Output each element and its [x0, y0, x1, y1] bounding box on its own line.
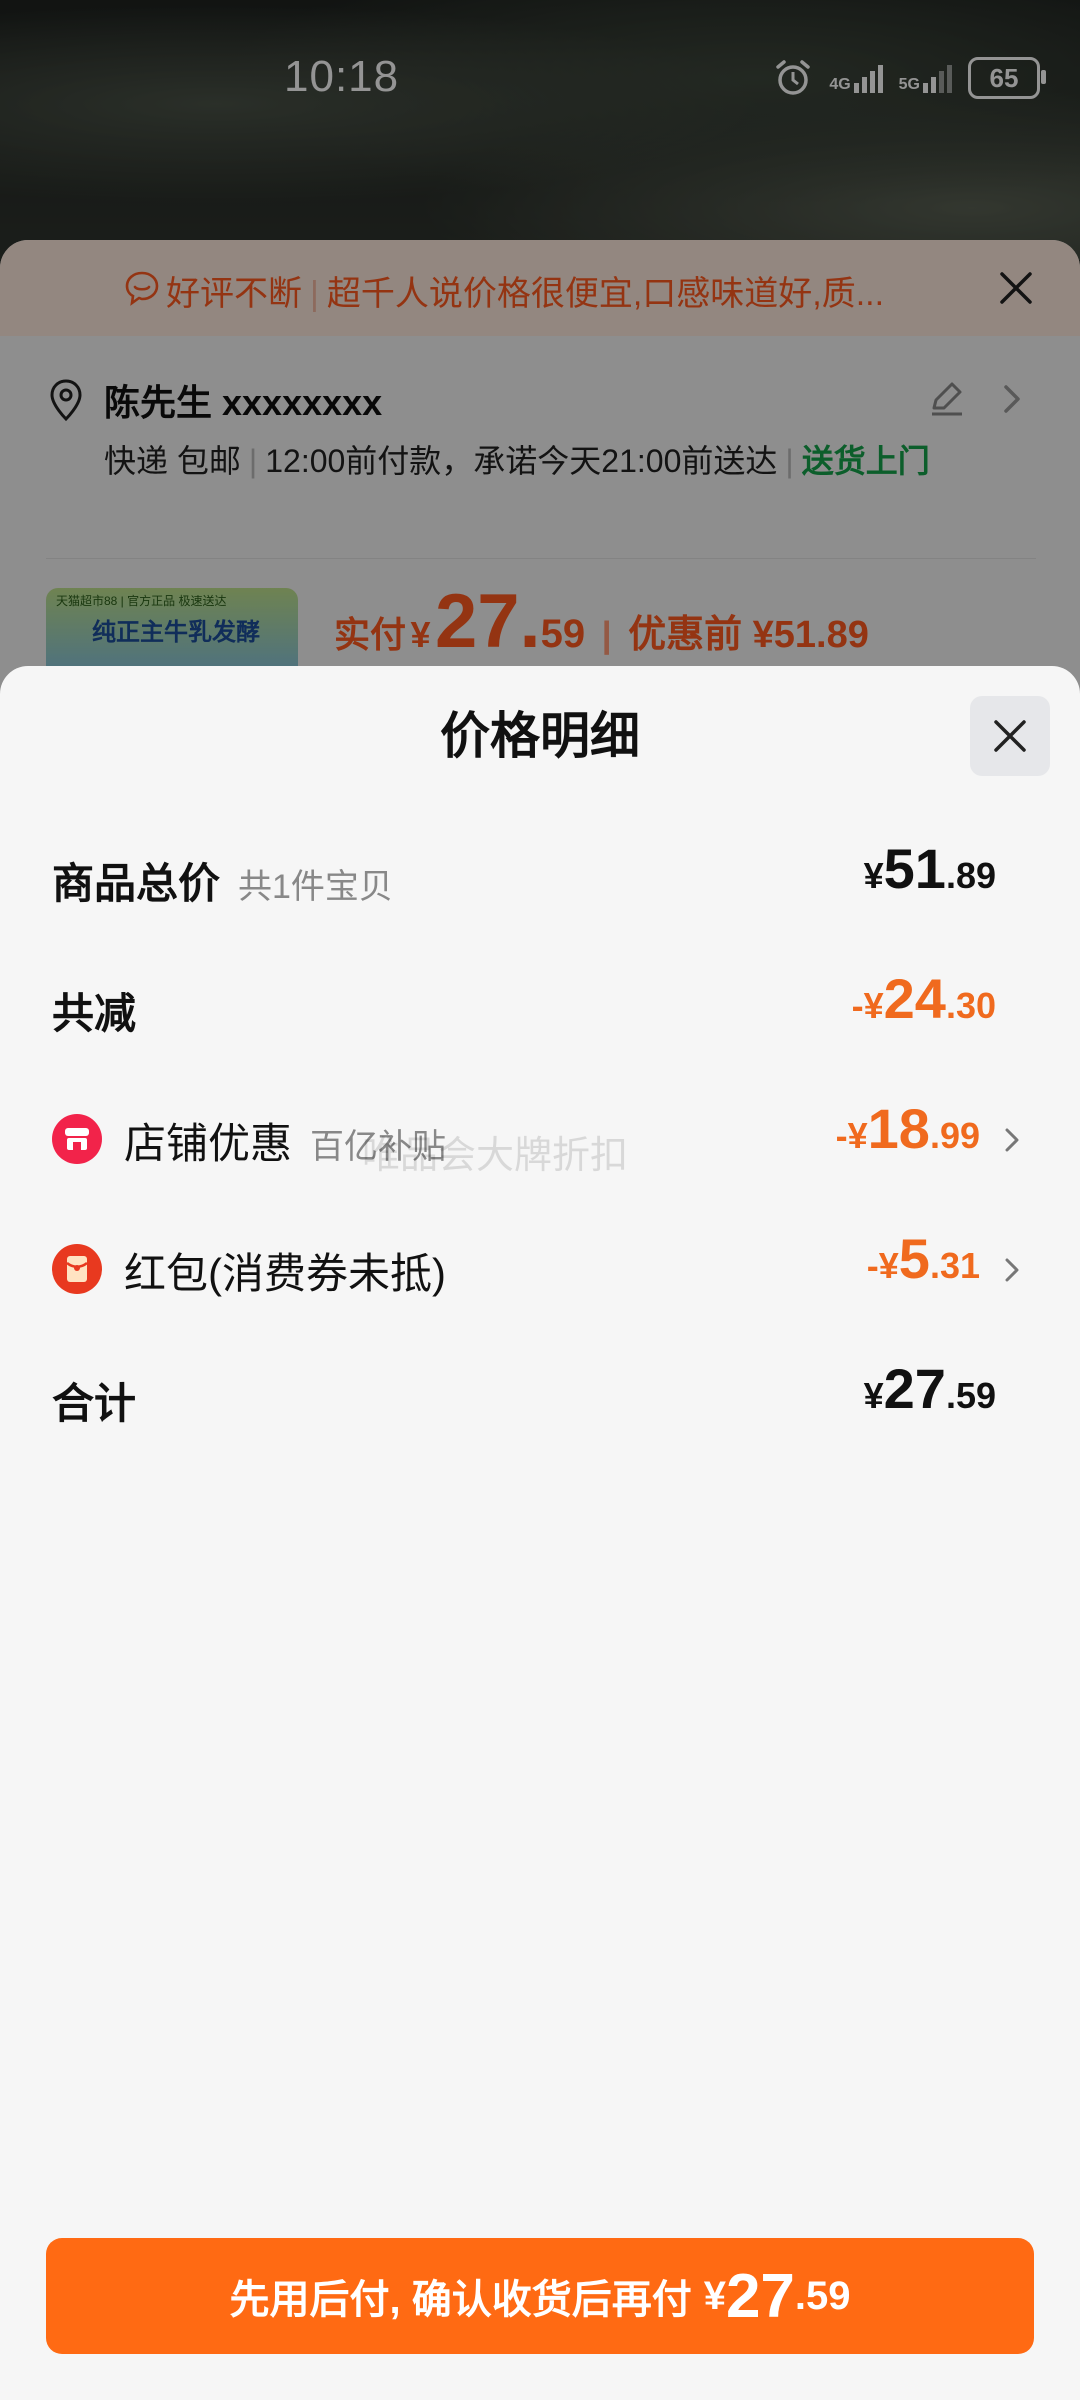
amount-integer: 51	[883, 837, 946, 900]
alarm-icon	[776, 60, 811, 95]
red-packet-amount: -¥5.31	[867, 1226, 980, 1291]
row-subtitle: 共1件宝贝	[238, 868, 393, 906]
pay-button-integer: 27	[725, 2261, 795, 2331]
status-icons: 4G 5G 65	[773, 56, 1046, 100]
shop-icon	[52, 1114, 102, 1164]
close-icon[interactable]	[996, 268, 1036, 308]
grand-total-amount: ¥27.59	[864, 1356, 996, 1421]
banner-tag: 好评不断	[166, 275, 302, 313]
close-icon	[994, 720, 1026, 752]
row-total-discount: 共减 -¥24.30	[52, 966, 1032, 1046]
sheet-close-button[interactable]	[970, 696, 1050, 776]
paid-label: 实付	[334, 614, 407, 655]
amount-decimal: .30	[945, 985, 996, 1026]
row-title: 红包(消费券未抵)	[124, 1250, 446, 1297]
order-confirm-page: 好评不断 | 超千人说价格很便宜,口感味道好,质... 陈先生 xxxxxxxx 快…	[0, 240, 1080, 740]
paid-price-decimal: 59	[540, 612, 586, 656]
pay-button-text: 先用后付, 确认收货后再付	[229, 2278, 692, 2322]
delivery-door-tag: 送货上门	[801, 443, 930, 479]
network-label-1: 4G	[829, 76, 851, 93]
amount-symbol: -¥	[835, 1115, 868, 1156]
row-title: 商品总价	[52, 860, 221, 907]
row-title: 店铺优惠	[124, 1120, 293, 1167]
row-label: 商品总价 共1件宝贝	[52, 850, 393, 911]
edit-pencil-icon[interactable]	[926, 378, 966, 418]
delivery-promise: 12:00前付款，承诺今天21:00前送达	[265, 443, 778, 479]
storefront-glyph	[65, 1128, 89, 1150]
amount-decimal: .99	[929, 1115, 980, 1156]
banner-message: 超千人说价格很便宜,口感味道好,质...	[326, 275, 885, 313]
status-time: 10:18	[284, 52, 400, 101]
banner-separator: |	[310, 275, 319, 313]
row-red-packet[interactable]: 红包(消费券未抵) -¥5.31	[52, 1226, 1032, 1306]
price-before-discount: 优惠前 ¥51.89	[628, 614, 869, 656]
paid-price-integer: 27.	[434, 579, 541, 664]
signal-bars-icon	[853, 63, 883, 93]
delivery-separator: |	[248, 443, 258, 479]
delivery-separator: |	[785, 443, 794, 479]
signal-5g: 5G	[899, 63, 952, 93]
review-banner[interactable]: 好评不断 | 超千人说价格很便宜,口感味道好,质...	[0, 240, 1080, 336]
chevron-right-icon[interactable]	[1002, 1126, 1022, 1154]
currency-symbol: ¥	[410, 614, 431, 655]
chevron-right-icon[interactable]	[1000, 382, 1024, 416]
amount-decimal: .89	[945, 855, 996, 896]
amount-integer: 27	[883, 1357, 946, 1420]
amount-symbol: -¥	[851, 985, 884, 1026]
status-bar: 10:18 4G 5G 65	[0, 0, 1080, 160]
delivery-info: 快递 包邮 | 12:00前付款，承诺今天21:00前送达 | 送货上门	[104, 436, 984, 486]
delivery-method: 快递 包邮	[104, 443, 241, 479]
price-separator: |	[601, 614, 612, 655]
network-label-2: 5G	[898, 76, 920, 93]
thumbnail-caption: 天猫超市88 | 官方正品 极速送达	[56, 594, 227, 608]
pay-later-button[interactable]: 先用后付, 确认收货后再付 ¥27.59	[46, 2238, 1034, 2354]
row-grand-total: 合计 ¥27.59	[52, 1356, 1032, 1436]
red-packet-icon	[52, 1244, 102, 1294]
signal-4g: 4G	[829, 63, 883, 93]
amount-decimal: .59	[945, 1375, 996, 1416]
amount-integer: 5	[898, 1227, 930, 1290]
pay-button-decimal: .59	[794, 2273, 851, 2318]
location-pin-icon	[50, 379, 82, 422]
signal-bars-icon	[923, 63, 952, 93]
banner-text: 好评不断 | 超千人说价格很便宜,口感味道好,质...	[166, 266, 884, 315]
watermark-text: 唯品会大牌折扣	[362, 1135, 629, 1177]
row-title: 共减	[52, 990, 137, 1037]
amount-symbol: -¥	[866, 1245, 899, 1286]
battery-indicator: 65	[968, 57, 1046, 99]
amount-symbol: ¥	[863, 1375, 884, 1416]
chevron-right-icon[interactable]	[1002, 1256, 1022, 1284]
total-discount-amount: -¥24.30	[852, 966, 996, 1031]
thumbnail-title: 纯正主牛乳发酵	[92, 619, 260, 646]
divider	[46, 558, 1036, 559]
row-title: 合计	[52, 1380, 137, 1427]
address-name[interactable]: 陈先生 xxxxxxxx	[104, 374, 382, 426]
sheet-title: 价格明细	[440, 708, 640, 764]
paid-price-line: 实付 ¥ 27.59 | 优惠前 ¥51.89	[334, 578, 869, 665]
pay-button-symbol: ¥	[703, 2273, 726, 2318]
row-goods-total: 商品总价 共1件宝贝 ¥51.89	[52, 836, 1032, 916]
amount-integer: 18	[867, 1097, 930, 1160]
price-detail-sheet: 价格明细 商品总价 共1件宝贝 ¥51.89 共减 -¥24.30 店铺优惠 百…	[0, 666, 1080, 2400]
envelope-glyph	[66, 1256, 88, 1282]
chat-bubble-icon	[125, 271, 159, 306]
goods-total-amount: ¥51.89	[864, 836, 996, 901]
amount-decimal: .31	[929, 1245, 980, 1286]
amount-integer: 24	[883, 967, 946, 1030]
amount-symbol: ¥	[863, 855, 884, 896]
shop-discount-amount: -¥18.99	[836, 1096, 980, 1161]
